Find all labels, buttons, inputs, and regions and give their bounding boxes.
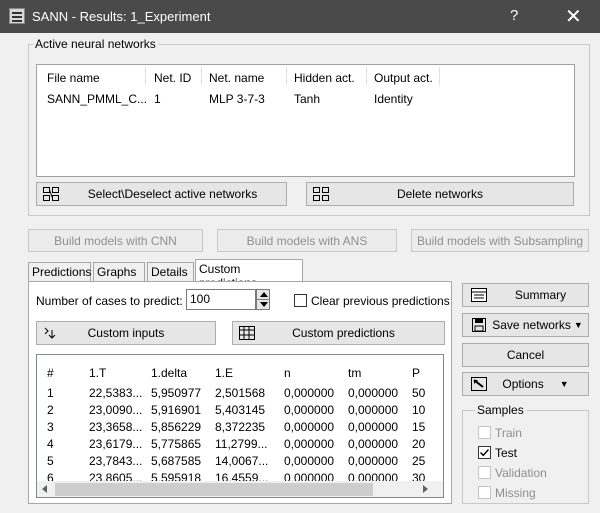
summary-icon [471, 288, 487, 302]
cases-spinner[interactable] [256, 289, 270, 310]
app-icon [9, 8, 25, 24]
validation-label: Validation [495, 466, 547, 480]
build-subsampling-button[interactable]: Build models with Subsampling [411, 229, 589, 252]
build-ans-button[interactable]: Build models with ANS [217, 229, 397, 252]
cell-file-name: SANN_PMML_C... [47, 92, 148, 106]
samples-legend: Samples [475, 403, 526, 417]
checkmark-icon [480, 449, 490, 457]
horizontal-scrollbar[interactable] [37, 481, 443, 497]
options-label: Options [502, 377, 544, 391]
clear-previous-checkbox[interactable] [294, 294, 307, 307]
column-header[interactable]: 1.E [215, 366, 233, 380]
network-select-icon [43, 187, 59, 201]
scroll-right-icon[interactable] [423, 485, 428, 493]
missing-label: Missing [495, 486, 536, 500]
options-icon [471, 377, 487, 391]
dropdown-arrow-icon: ▼ [559, 379, 569, 389]
close-icon[interactable]: ✕ [565, 4, 582, 29]
column-header[interactable]: tm [348, 366, 361, 380]
custom-inputs-button[interactable]: Custom inputs [36, 321, 216, 345]
cases-input[interactable]: 100 [186, 289, 256, 310]
tab-details[interactable]: Details [147, 262, 194, 281]
column-header[interactable]: P [412, 366, 420, 380]
summary-button[interactable]: Summary [462, 283, 589, 307]
cancel-button[interactable]: Cancel [462, 343, 589, 367]
cell-output-act: Identity [374, 92, 413, 106]
networks-list[interactable]: File name Net. ID Net. name Hidden act. … [36, 64, 575, 177]
save-networks-button[interactable]: Save networks ▼ [462, 313, 589, 337]
select-deselect-networks-button[interactable]: Select\Deselect active networks [36, 182, 287, 206]
cell-net-id: 1 [154, 92, 161, 106]
network-delete-icon [313, 187, 329, 201]
title-bar: SANN - Results: 1_Experiment ? ✕ [0, 0, 600, 33]
cell-net-name: MLP 3-7-3 [209, 92, 265, 106]
horizontal-scroll-thumb[interactable] [55, 483, 373, 496]
custom-inputs-icon [44, 327, 56, 339]
cell-hidden-act: Tanh [294, 92, 321, 106]
tab-predictions[interactable]: Predictions [28, 262, 91, 281]
build-cnn-button[interactable]: Build models with CNN [28, 229, 203, 252]
train-checkbox[interactable] [478, 426, 491, 439]
help-icon[interactable]: ? [510, 7, 518, 24]
active-networks-legend: Active neural networks [33, 37, 158, 51]
column-header[interactable]: # [47, 366, 54, 380]
predictions-grid[interactable]: # 1.T 1.delta 1.E n tm P 1 22,5383... 5,… [36, 354, 444, 498]
dropdown-arrow-icon: ▼ [573, 320, 583, 330]
summary-label: Summary [514, 288, 567, 302]
save-icon [472, 318, 486, 332]
test-checkbox[interactable] [478, 446, 491, 459]
column-dividers [37, 65, 440, 176]
custom-inputs-label: Custom inputs [87, 326, 165, 340]
custom-predictions-label: Custom predictions [292, 326, 395, 340]
validation-checkbox[interactable] [478, 466, 491, 479]
column-header[interactable]: n [284, 366, 291, 380]
tab-custom-predictions[interactable]: Custom predictions [195, 259, 303, 290]
delete-networks-button[interactable]: Delete networks [306, 182, 574, 206]
spin-down-icon[interactable] [260, 302, 268, 307]
options-button[interactable]: Options ▼ [462, 372, 589, 396]
scroll-left-icon[interactable] [42, 485, 47, 493]
cases-label: Number of cases to predict: [36, 294, 183, 308]
test-label: Test [495, 446, 518, 460]
clear-previous-label: Clear previous predictions [311, 294, 450, 308]
table-icon [239, 326, 255, 340]
custom-predictions-button[interactable]: Custom predictions [232, 321, 445, 345]
delete-networks-label: Delete networks [396, 187, 484, 201]
select-deselect-label: Select\Deselect active networks [87, 187, 258, 201]
window-title: SANN - Results: 1_Experiment [32, 9, 211, 24]
column-header[interactable]: 1.delta [151, 366, 187, 380]
column-header[interactable]: 1.T [89, 366, 106, 380]
train-label: Train [495, 426, 522, 440]
spin-up-icon[interactable] [260, 292, 268, 297]
tab-graphs[interactable]: Graphs [93, 262, 145, 281]
missing-checkbox[interactable] [478, 486, 491, 499]
